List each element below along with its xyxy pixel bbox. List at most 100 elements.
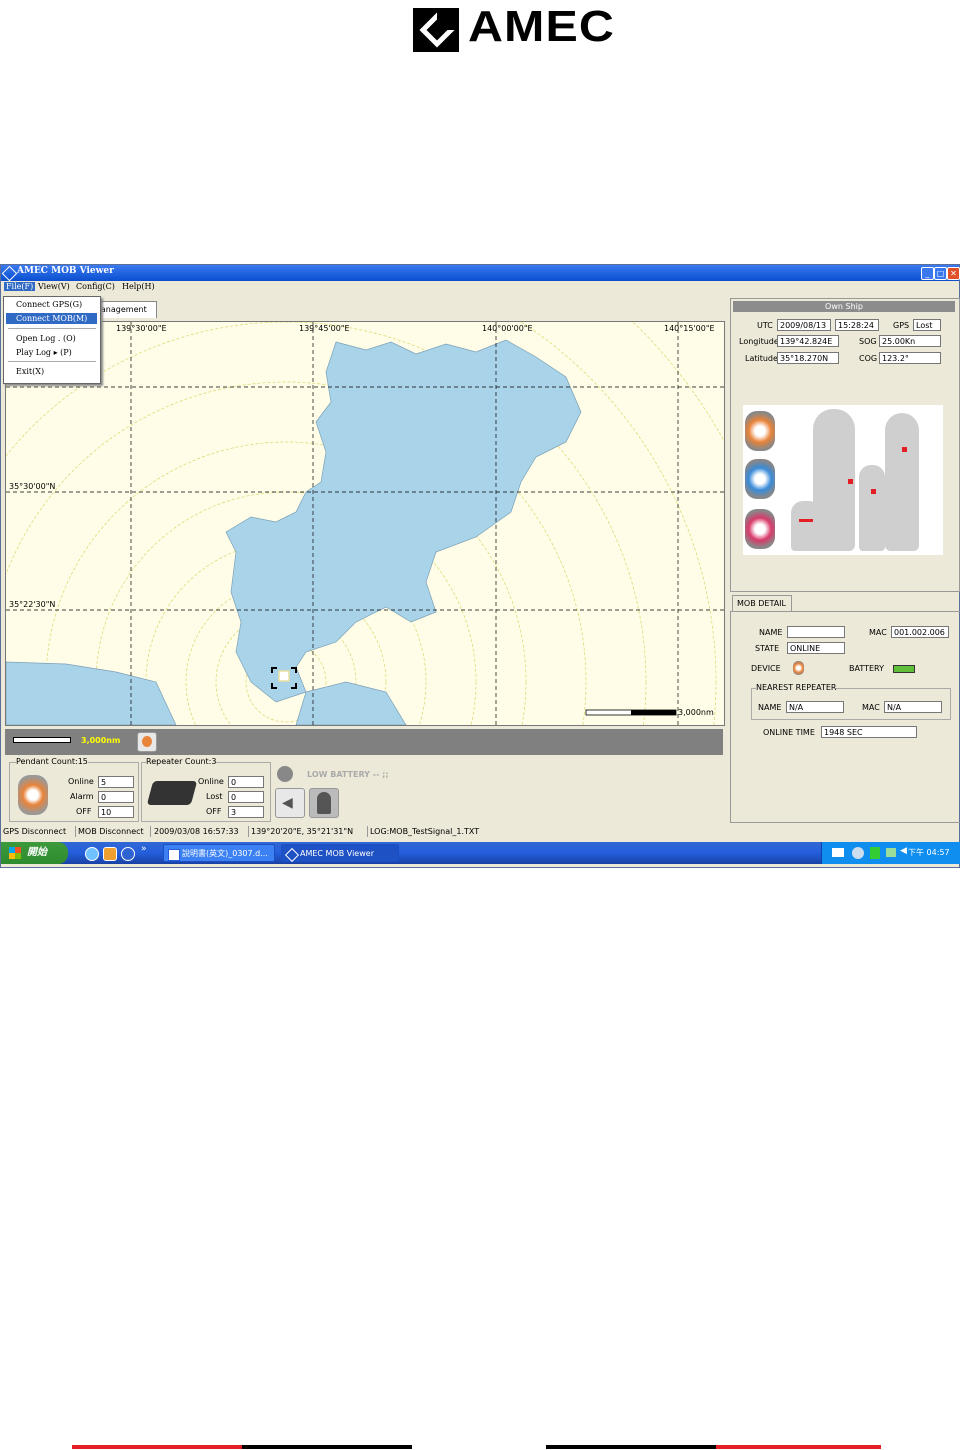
lon-label-1: 139°30'00"E (116, 324, 167, 333)
app-window: AMEC MOB Viewer _ □ ✕ File(F) View(V) Co… (0, 264, 960, 868)
status-datetime: 2009/03/08 16:57:33 (152, 826, 249, 837)
taskbar: 開始 » 說明書(英文)_0307.d... AMEC MOB Viewer ◀… (1, 842, 960, 864)
low-battery-indicator-icon (277, 766, 293, 782)
menu-help[interactable]: Help(H) (122, 282, 155, 291)
repeater-off-field[interactable]: 3 (228, 806, 264, 818)
start-label: 開始 (27, 847, 47, 858)
sound-button[interactable]: ◀ (275, 788, 305, 818)
keyboard-tray-icon[interactable] (832, 848, 844, 857)
map-scale-label: 3,000nm (678, 708, 714, 717)
repeater-online-label: Online (198, 777, 224, 786)
pendant-count-title: Pendant Count:15 (16, 757, 88, 766)
pendant-view-button[interactable] (137, 732, 157, 752)
title-bar: AMEC MOB Viewer _ □ ✕ (1, 265, 960, 282)
repeater-mac-label: MAC (862, 703, 880, 712)
person-button[interactable] (309, 788, 339, 818)
volume-tray-icon[interactable]: ◀ (900, 846, 907, 856)
quicklaunch-more-icon[interactable]: » (141, 844, 147, 854)
task-amec-mob-viewer[interactable]: AMEC MOB Viewer (281, 844, 399, 863)
sog-label: SOG (859, 337, 877, 346)
online-time-field: 1948 SEC (821, 726, 917, 738)
scale-strip-label: 3,000nm (81, 736, 121, 745)
menu-play-log[interactable]: Play Log ▸ (P) (16, 348, 72, 357)
pendant-marker-3 (871, 489, 876, 494)
task-word-document-label: 說明書(英文)_0307.d... (182, 849, 268, 858)
status-log-file: LOG:MOB_TestSignal_1.TXT (370, 827, 480, 836)
pendant-icon (142, 736, 152, 747)
pendant-marker-2 (902, 447, 907, 452)
person-icon (317, 792, 331, 814)
menu-connect-mob-label: Connect MOB(M) (16, 314, 88, 323)
app-quicklaunch-icon[interactable] (103, 847, 117, 861)
zoom-slider[interactable] (13, 737, 71, 743)
chart-map[interactable]: 139°30'00"E 139°45'00"E 140°00'00"E 140°… (5, 321, 725, 726)
menu-view[interactable]: View(V) (38, 282, 70, 291)
pendant-alarm-label: Alarm (70, 792, 94, 801)
cog-field: 123.2° (879, 352, 941, 364)
close-icon[interactable]: ✕ (947, 267, 960, 280)
word-doc-icon (168, 849, 180, 861)
tab-mob-detail[interactable]: MOB DETAIL (732, 595, 792, 611)
maximize-icon[interactable]: □ (934, 267, 947, 280)
menu-exit[interactable]: Exit(X) (16, 367, 44, 376)
pendant-online-label: Online (68, 777, 94, 786)
repeater-lost-field[interactable]: 0 (228, 791, 264, 803)
repeater-image (146, 781, 198, 805)
monitor-tray-icon[interactable] (886, 848, 896, 857)
repeater-online-field[interactable]: 0 (228, 776, 264, 788)
mob-mac-field[interactable]: 001.002.006 (891, 626, 949, 638)
footer-line-black-left (242, 1445, 412, 1449)
menu-file[interactable]: File(F) (4, 282, 36, 291)
footer-line-red-right (716, 1445, 881, 1449)
dog-silhouette (791, 501, 821, 551)
map-canvas (6, 322, 724, 725)
repeater-mac-field[interactable]: N/A (884, 701, 942, 713)
repeater-name-field[interactable]: N/A (786, 701, 844, 713)
browser-quicklaunch-icon[interactable] (121, 847, 135, 861)
mob-detail-panel: NAME MAC 001.002.006 STATE ONLINE DEVICE… (730, 611, 960, 823)
battery-icon (893, 665, 915, 673)
utc-label: UTC (757, 321, 773, 330)
tray-clock: 下午 04:57 (908, 848, 950, 857)
task-word-document[interactable]: 說明書(英文)_0307.d... (163, 844, 275, 862)
task-amec-mob-viewer-label: AMEC MOB Viewer (300, 849, 374, 858)
mob-state-field: ONLINE (787, 642, 845, 654)
network-tray-icon[interactable] (870, 847, 880, 859)
mob-mac-label: MAC (869, 628, 887, 637)
menu-config[interactable]: Config(C) (76, 282, 115, 291)
system-tray: ◀ 下午 04:57 (821, 842, 960, 864)
mob-name-field[interactable] (787, 626, 845, 638)
menu-connect-mob[interactable]: Connect MOB(M) (6, 313, 97, 324)
back-tray-icon[interactable] (852, 847, 864, 859)
footer-line-red-left (72, 1445, 242, 1449)
lon-label-4: 140°15'00"E (664, 324, 715, 333)
pendant-alarm-field[interactable]: 0 (98, 791, 134, 803)
woman-silhouette (885, 413, 919, 551)
longitude-label: Longitude (739, 337, 779, 346)
lon-label-3: 140°00'00"E (482, 324, 533, 333)
longitude-field: 139°42.824E (777, 335, 839, 347)
pendant-blue-icon (745, 459, 775, 499)
pendant-illustration (743, 405, 943, 555)
menu-open-log[interactable]: Open Log . (O) (16, 334, 76, 343)
low-battery-label: LOW BATTERY -- ;; (307, 770, 389, 779)
mob-name-label: NAME (759, 628, 783, 637)
repeater-name-label: NAME (758, 703, 782, 712)
status-gps: GPS Disconnect (1, 826, 76, 837)
status-bar: GPS Disconnect MOB Disconnect 2009/03/08… (1, 825, 959, 838)
pendant-red-icon (745, 509, 775, 549)
pendant-off-field[interactable]: 10 (98, 806, 134, 818)
ie-quicklaunch-icon[interactable] (85, 847, 99, 861)
sog-field: 25.00Kn (879, 335, 941, 347)
cog-label: COG (859, 354, 878, 363)
lat-label-3: 35°22'30"N (9, 600, 56, 609)
menu-connect-gps[interactable]: Connect GPS(G) (16, 300, 82, 309)
footer-line-black-right (546, 1445, 716, 1449)
status-mob: MOB Disconnect (76, 826, 151, 837)
start-button[interactable]: 開始 (1, 842, 68, 864)
minimize-icon[interactable]: _ (921, 267, 934, 280)
utc-date-field: 2009/08/13 (777, 319, 831, 331)
pendant-online-field[interactable]: 5 (98, 776, 134, 788)
status-cursor-position: 139°20'20"E, 35°21'31"N (249, 826, 368, 837)
utc-time-field: 15:28:24 (835, 319, 879, 331)
